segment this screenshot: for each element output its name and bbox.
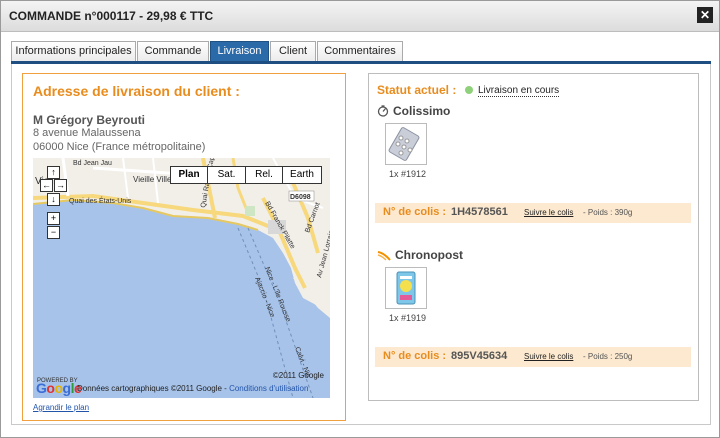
status-label: Statut actuel :	[377, 83, 457, 97]
google-logo: Google	[36, 380, 82, 396]
order-dialog: COMMANDE n°000117 - 29,98 € TTC ✕ Inform…	[0, 0, 720, 438]
delivery-address-title: Adresse de livraison du client :	[33, 83, 240, 99]
map-type-earth-button[interactable]: Earth	[282, 167, 321, 183]
carrier-name: Colissimo	[393, 104, 451, 118]
product-thumbnail[interactable]	[385, 267, 427, 309]
stopwatch-icon	[377, 105, 389, 117]
chronopost-swoosh-icon	[377, 251, 391, 261]
map-label-jean-jaures: Bd Jean Jau	[73, 160, 112, 167]
product-qty-ref: 1x #1919	[389, 313, 427, 323]
blister-pack-image	[388, 127, 420, 161]
pan-left-icon[interactable]: ←	[40, 179, 53, 192]
pan-down-icon[interactable]: ↓	[47, 193, 60, 206]
tracking-number: 1H4578561	[451, 206, 508, 218]
pan-up-icon[interactable]: ↑	[47, 166, 60, 179]
product-thumbnail[interactable]	[385, 123, 427, 165]
map-footer: Données cartographiques ©2011 Google - C…	[77, 384, 308, 393]
close-icon[interactable]: ✕	[697, 7, 713, 23]
tab-client[interactable]: Client	[270, 41, 316, 61]
delivery-address-box: Adresse de livraison du client : M Grégo…	[22, 73, 346, 421]
map-label-quai-etats-unis: Quai des États-Unis	[69, 196, 132, 205]
pan-right-icon[interactable]: →	[54, 179, 67, 192]
tracking-label: N° de colis :	[383, 206, 447, 218]
enlarge-map-link[interactable]: Agrandir le plan	[33, 403, 89, 412]
dialog-title: COMMANDE n°000117 - 29,98 € TTC	[9, 9, 214, 23]
map-label-vieille-ville: Vieille Ville	[133, 175, 172, 184]
map-label-d6098: D6098	[290, 194, 311, 201]
carrier-name: Chronopost	[395, 248, 463, 262]
zoom-out-icon[interactable]: −	[47, 226, 60, 239]
map-corner-copyright: ©2011 Google	[272, 371, 324, 380]
tracking-number: 895V45634	[451, 350, 508, 362]
map-type-sat-button[interactable]: Sat.	[207, 167, 245, 183]
carrier-colissimo: Colissimo	[377, 104, 450, 118]
shipping-status-box: Statut actuel : Livraison en cours Colis…	[368, 73, 699, 401]
map-type-switcher: Plan Sat. Rel. Earth	[170, 166, 322, 184]
customer-name: M Grégory Beyrouti	[33, 113, 146, 127]
tracking-row: N° de colis : 1H4578561 Suivre le colis …	[375, 203, 691, 223]
tracking-label: N° de colis :	[383, 350, 447, 362]
map-type-rel-button[interactable]: Rel.	[245, 167, 282, 183]
status-value[interactable]: Livraison en cours	[478, 85, 560, 97]
map-footer-text: Données cartographiques ©2011 Google -	[77, 384, 230, 393]
tab-livraison[interactable]: Livraison	[210, 41, 269, 62]
terms-of-use-link[interactable]: Conditions d'utilisation	[229, 384, 308, 393]
status-dot-icon	[465, 86, 473, 94]
carrier-chronopost: Chronopost	[377, 248, 463, 262]
tab-commande[interactable]: Commande	[137, 41, 209, 61]
map-graphic: D6098 Vieil Vieille Ville Bd Jean Jau Qu…	[33, 158, 330, 398]
track-parcel-link[interactable]: Suivre le colis	[524, 352, 573, 361]
track-parcel-link[interactable]: Suivre le colis	[524, 208, 573, 217]
tab-informations-principales[interactable]: Informations principales	[11, 41, 136, 61]
zoom-in-icon[interactable]: +	[47, 212, 60, 225]
delivery-map[interactable]: D6098 Vieil Vieille Ville Bd Jean Jau Qu…	[33, 158, 330, 398]
title-bar: COMMANDE n°000117 - 29,98 € TTC ✕	[1, 1, 719, 32]
map-type-plan-button[interactable]: Plan	[171, 167, 207, 183]
parcel-weight: - Poids : 390g	[583, 208, 633, 217]
tracking-row: N° de colis : 895V45634 Suivre le colis …	[375, 347, 691, 367]
parcel-weight: - Poids : 250g	[583, 352, 633, 361]
product-box-image	[396, 271, 416, 305]
product-qty-ref: 1x #1912	[389, 169, 427, 179]
tab-commentaires[interactable]: Commentaires	[317, 41, 403, 61]
address-line-1: 8 avenue Malaussena	[33, 127, 141, 139]
address-line-2: 06000 Nice (France métropolitaine)	[33, 141, 206, 153]
